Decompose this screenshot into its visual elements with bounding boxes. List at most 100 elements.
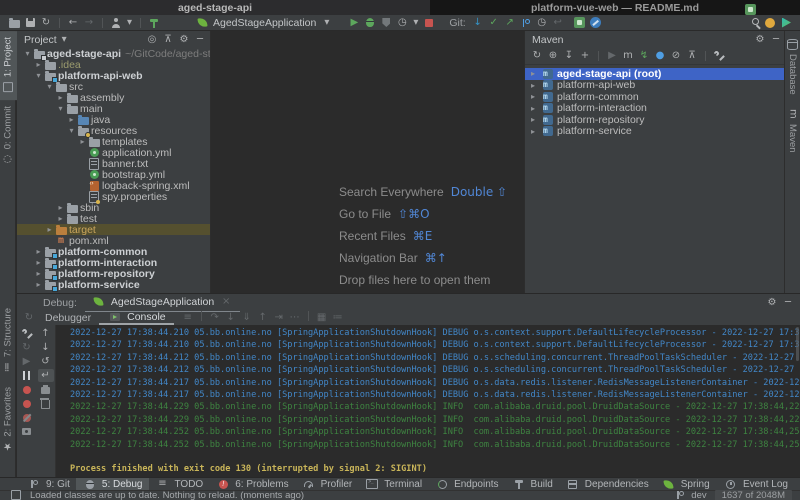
editor-area[interactable]: Search EverywhereDouble ⇧Go to File⇧⌘ORe… — [211, 31, 524, 293]
tree-expand-arrow[interactable]: ▾ — [67, 126, 76, 135]
tree-expand-arrow[interactable]: ▸ — [67, 115, 76, 124]
tree-expand-arrow[interactable]: ▾ — [23, 49, 32, 58]
tree-item-logback-spring-xml[interactable]: logback-spring.xml — [17, 180, 210, 191]
tree-item-platform-interaction[interactable]: ▸platform-interaction — [17, 257, 210, 268]
layout-settings-icon[interactable]: ≡ — [180, 311, 196, 325]
stripe-tab-database[interactable]: Database — [784, 31, 800, 101]
run-maven-icon[interactable]: ▶ — [604, 49, 620, 63]
tree-expand-arrow[interactable]: ▸ — [56, 93, 65, 102]
toolwindow-button-9-git[interactable]: 9: Git — [20, 478, 76, 491]
view-breakpoints-icon[interactable] — [19, 397, 35, 410]
maven-module-platform-service[interactable]: ▸platform-service — [525, 126, 786, 138]
force-step-into-icon[interactable]: ⇓ — [239, 311, 255, 325]
tree-item-banner-txt[interactable]: banner.txt — [17, 158, 210, 169]
down-stack-icon[interactable]: ↓ — [38, 341, 54, 354]
soft-wrap-icon[interactable]: ↵ — [38, 369, 54, 382]
stripe-tab-maven[interactable]: mMaven — [784, 101, 800, 159]
maven-expand-arrow[interactable]: ▸ — [531, 115, 541, 124]
maven-module-platform-interaction[interactable]: ▸platform-interaction — [525, 103, 786, 115]
debug-console[interactable]: 2022-12-27 17:38:44.210 05.bb.online.no … — [55, 325, 800, 477]
profiler-icon[interactable]: ◷ — [394, 16, 410, 30]
tree-expand-arrow[interactable]: ▸ — [78, 137, 87, 146]
forward-icon[interactable]: → — [81, 16, 97, 30]
git-update-icon[interactable]: ↓ — [470, 16, 486, 30]
download-sources-icon[interactable]: ↧ — [561, 49, 577, 63]
run-to-cursor-icon[interactable]: ⇥ — [271, 311, 287, 325]
console-history-icon[interactable]: ≔ — [330, 311, 346, 325]
toolwindow-button-6-problems[interactable]: 6: Problems — [209, 478, 294, 491]
debug-panel-settings-icon[interactable]: ⚙ — [764, 296, 780, 310]
maven-expand-arrow[interactable]: ▸ — [531, 92, 541, 101]
tree-item-spy-properties[interactable]: spy.properties — [17, 191, 210, 202]
tree-item-test[interactable]: ▸test — [17, 213, 210, 224]
hide-panel-icon[interactable]: ─ — [780, 296, 796, 310]
tree-item-platform-repository[interactable]: ▸platform-repository — [17, 268, 210, 279]
stripe-tab--favorites[interactable]: ★2: Favorites — [0, 381, 17, 460]
restore-layout-icon[interactable]: ↺ — [38, 355, 54, 368]
rerun-icon[interactable]: ↻ — [19, 341, 35, 354]
print-console-icon[interactable] — [38, 383, 54, 396]
execute-goal-icon[interactable]: m — [620, 49, 636, 63]
offline-mode-icon[interactable]: ● — [652, 49, 668, 63]
debug-restart-icon[interactable]: ↻ — [21, 311, 37, 325]
build-hammer-icon[interactable] — [146, 16, 162, 30]
tree-item--idea[interactable]: ▸.idea — [17, 59, 210, 70]
profiler-dropdown-icon[interactable]: ▾ — [410, 16, 421, 30]
tree-expand-arrow[interactable]: ▸ — [45, 225, 54, 234]
stop-icon[interactable] — [421, 16, 437, 30]
tree-item-sbin[interactable]: ▸sbin — [17, 202, 210, 213]
resume-icon[interactable]: ▶ — [19, 355, 35, 368]
maven-settings-icon[interactable] — [711, 49, 727, 63]
project-settings-icon[interactable]: ⚙ — [176, 33, 192, 47]
open-project-icon[interactable] — [6, 16, 22, 30]
generate-sources-icon[interactable]: ⊕ — [545, 49, 561, 63]
tree-item-aged-stage-api[interactable]: ▾aged-stage-api~/GitCode/aged-stage/aged… — [17, 48, 210, 59]
tree-item-java[interactable]: ▸java — [17, 114, 210, 125]
tree-expand-arrow[interactable]: ▸ — [34, 258, 43, 267]
maven-module-platform-repository[interactable]: ▸platform-repository — [525, 114, 786, 126]
tree-item-pom-xml[interactable]: pom.xml — [17, 235, 210, 246]
step-out-icon[interactable]: ↑ — [255, 311, 271, 325]
hide-panel-icon[interactable]: ─ — [768, 33, 784, 47]
ide-logo-icon[interactable] — [778, 16, 794, 30]
toolwindow-button-5-debug[interactable]: 5: Debug — [76, 478, 149, 491]
collapse-all-icon[interactable]: ⊼ — [160, 33, 176, 47]
search-everywhere-icon[interactable] — [746, 16, 762, 30]
tree-item-src[interactable]: ▾src — [17, 81, 210, 92]
maven-expand-arrow[interactable]: ▸ — [531, 127, 541, 136]
evaluate-icon[interactable]: ⋯ — [287, 311, 303, 325]
debug-settings-icon[interactable] — [19, 327, 35, 340]
locate-file-icon[interactable]: ◎ — [144, 33, 160, 47]
tree-item-platform-service[interactable]: ▸platform-service — [17, 279, 210, 290]
toolwindow-button-build[interactable]: Build — [505, 478, 559, 491]
tree-expand-arrow[interactable]: ▾ — [45, 82, 54, 91]
step-over-icon[interactable]: ↷ — [207, 311, 223, 325]
toolwindow-button-todo[interactable]: ≡TODO — [149, 478, 210, 491]
thread-dump-icon[interactable] — [19, 425, 35, 438]
session-close-icon[interactable]: × — [218, 295, 234, 309]
maven-panel-settings-icon[interactable]: ⚙ — [752, 33, 768, 47]
skip-tests-icon[interactable]: ⊘ — [668, 49, 684, 63]
view-options-icon[interactable]: ▦ — [314, 311, 330, 325]
tree-item-platform-api-web[interactable]: ▾platform-api-web — [17, 70, 210, 81]
maven-module-aged-stage-api-root-[interactable]: ▸aged-stage-api (root) — [525, 68, 786, 80]
toolwindow-button-dependencies[interactable]: Dependencies — [559, 478, 655, 491]
maven-expand-arrow[interactable]: ▸ — [531, 81, 541, 90]
run-icon[interactable]: ▶ — [346, 16, 362, 30]
stripe-tab--project[interactable]: 1: Project — [0, 31, 17, 100]
tree-expand-arrow[interactable]: ▸ — [34, 60, 43, 69]
attach-debugger-icon[interactable]: ↯ — [636, 49, 652, 63]
git-branch-widget[interactable]: dev — [672, 488, 706, 500]
tree-expand-arrow[interactable]: ▾ — [34, 71, 43, 80]
add-maven-config-icon[interactable]: + — [577, 49, 593, 63]
debug-session-tab[interactable]: AgedStageApplication × — [85, 294, 240, 312]
tree-item-resources[interactable]: ▾resources — [17, 125, 210, 136]
step-into-icon[interactable]: ↓ — [223, 311, 239, 325]
reload-maven-icon[interactable]: ↻ — [529, 49, 545, 63]
tree-item-templates[interactable]: ▸templates — [17, 136, 210, 147]
stripe-tab--structure[interactable]: ≔7: Structure — [0, 302, 17, 380]
hide-panel-icon[interactable]: ─ — [192, 33, 208, 47]
tree-expand-arrow[interactable]: ▸ — [34, 269, 43, 278]
back-icon[interactable]: ← — [65, 16, 81, 30]
tree-item-assembly[interactable]: ▸assembly — [17, 92, 210, 103]
